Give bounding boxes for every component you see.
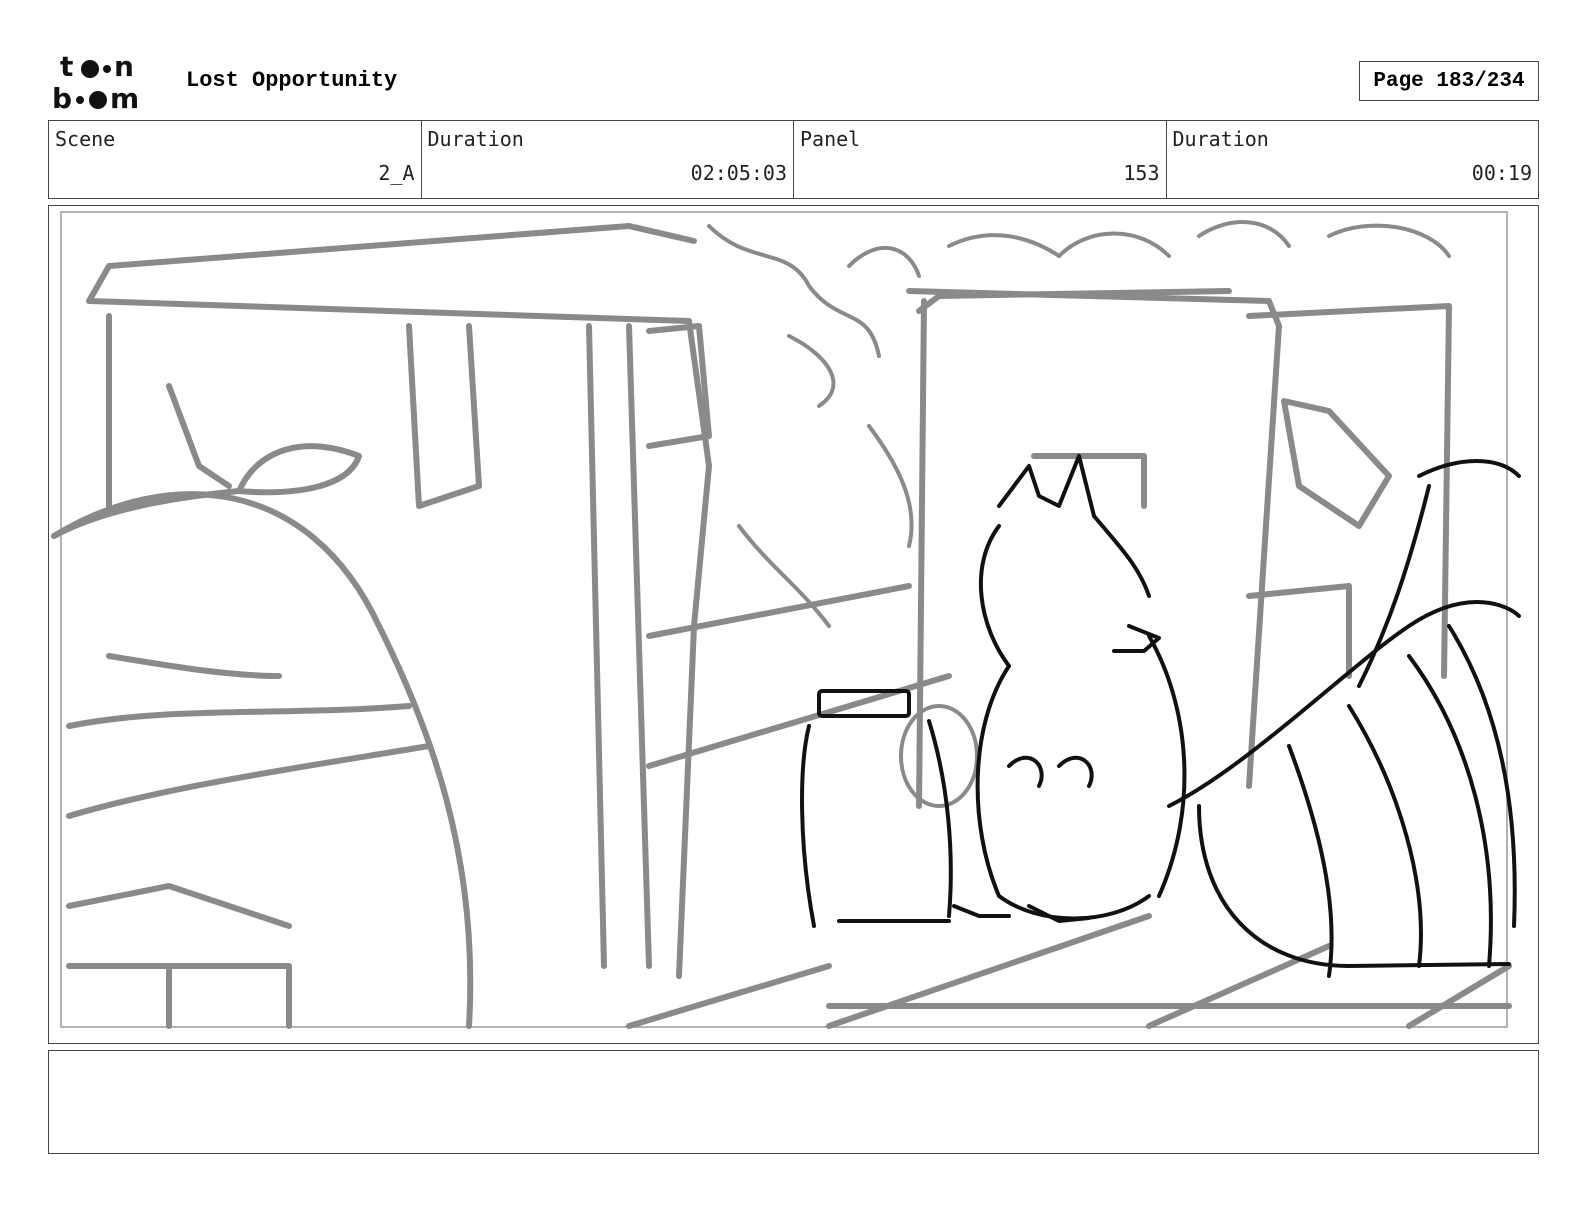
notes-box [48, 1050, 1539, 1154]
storyboard-title: Lost Opportunity [186, 68, 398, 93]
panel-label: Panel [800, 127, 861, 151]
toon-boom-logo: t n b m [52, 52, 139, 112]
sketch-drawing [51, 211, 1521, 1029]
panel-duration-value: 00:19 [1471, 161, 1532, 185]
scene-duration-label: Duration [427, 127, 524, 151]
storyboard-panel [48, 205, 1539, 1044]
scene-value: 2_A [378, 161, 415, 185]
scene-duration-value: 02:05:03 [690, 161, 787, 185]
panel-duration-label: Duration [1172, 127, 1269, 151]
svg-text:b: b [52, 82, 72, 112]
page-indicator: Page 183/234 [1359, 61, 1539, 101]
panel-duration-cell: Duration 00:19 [1167, 121, 1539, 198]
panel-cell: Panel 153 [794, 121, 1167, 198]
panel-value: 153 [1123, 161, 1160, 185]
scene-duration-cell: Duration 02:05:03 [422, 121, 794, 198]
svg-text:m: m [110, 82, 139, 112]
panel-info-table: Scene 2_A Duration 02:05:03 Panel 153 Du… [48, 120, 1539, 199]
scene-label: Scene [55, 127, 116, 151]
svg-text:n: n [114, 52, 134, 83]
scene-cell: Scene 2_A [49, 121, 422, 198]
svg-text:t: t [60, 52, 73, 83]
